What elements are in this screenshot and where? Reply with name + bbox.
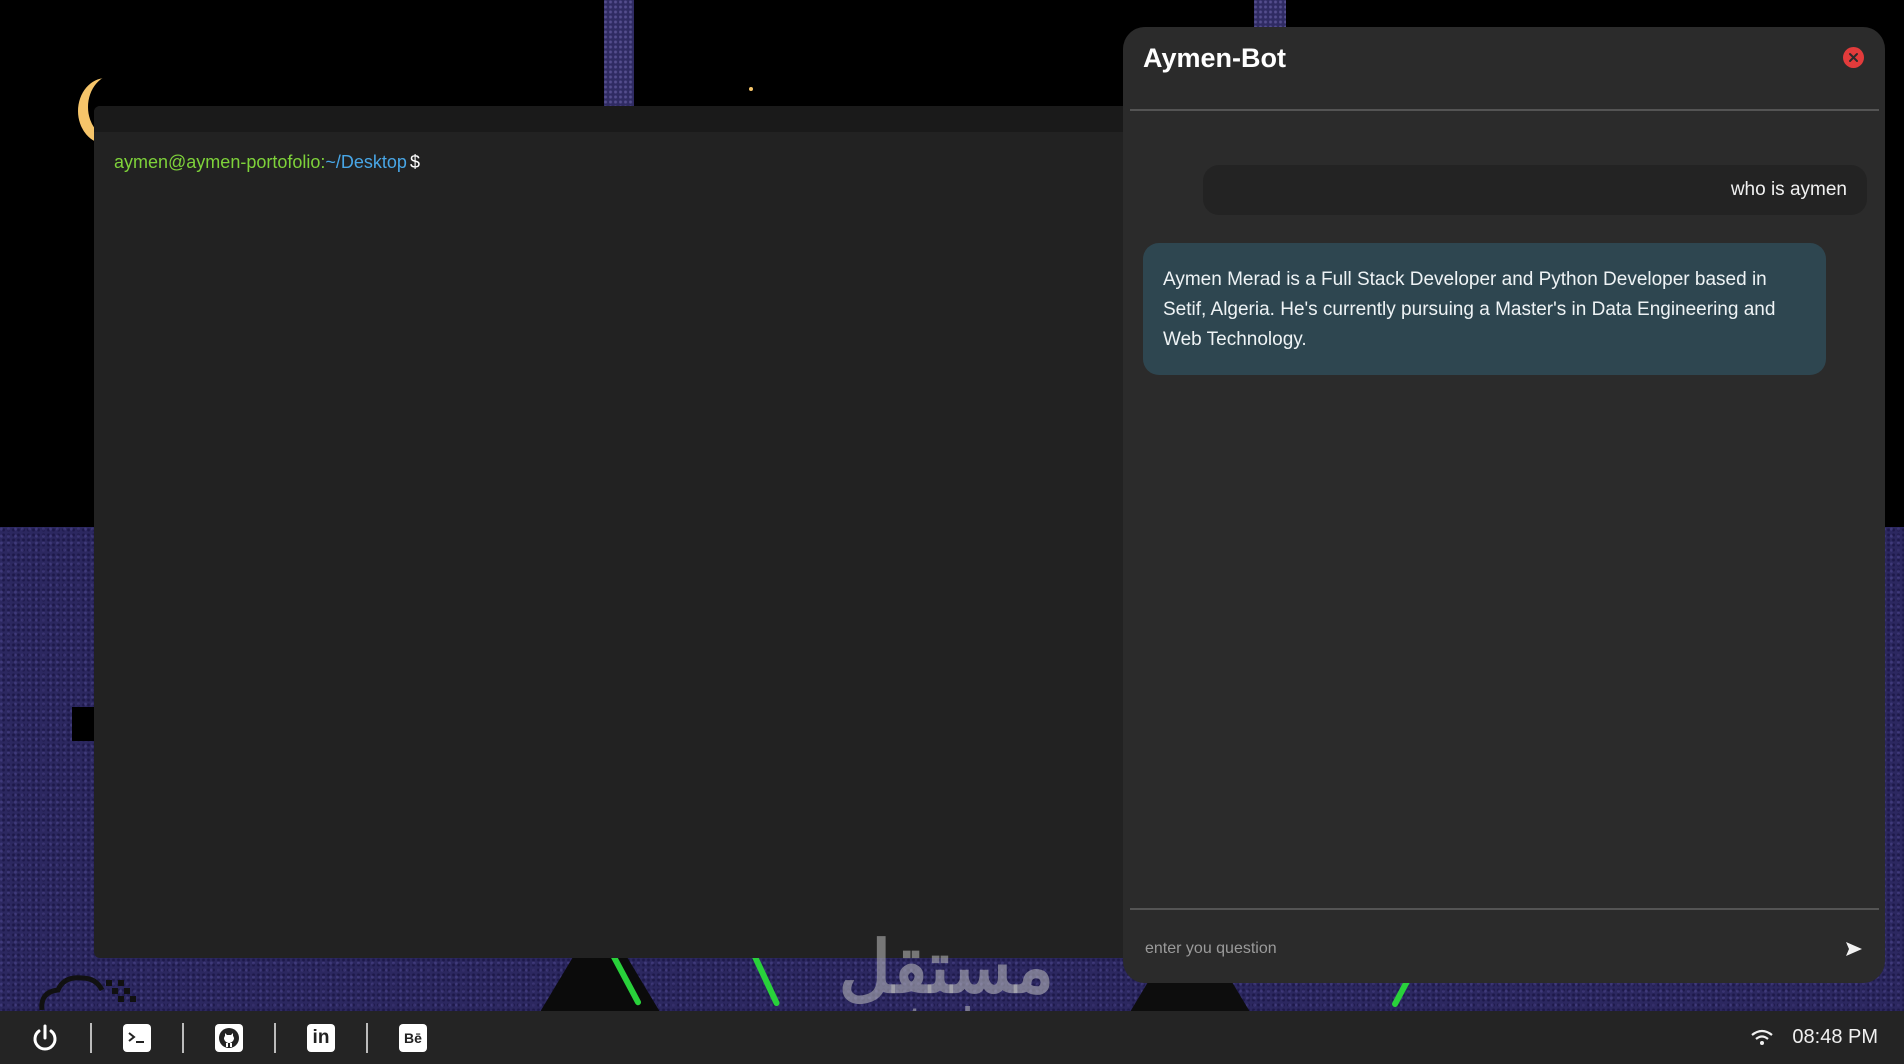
behance-label: Bē	[404, 1029, 422, 1046]
close-button[interactable]	[1843, 47, 1864, 68]
behance-icon: Bē	[399, 1023, 427, 1052]
wifi-icon[interactable]	[1750, 1029, 1774, 1047]
chat-divider	[1130, 109, 1879, 111]
send-icon	[1846, 942, 1862, 956]
cloud-icon	[39, 975, 136, 1010]
bot-message: Aymen Merad is a Full Stack Developer an…	[1143, 243, 1826, 375]
terminal-command-input[interactable]	[424, 153, 1025, 174]
behance-button[interactable]: Bē	[368, 1011, 458, 1064]
close-icon	[1849, 53, 1858, 62]
github-button[interactable]	[184, 1011, 274, 1064]
taskbar: in Bē 08:48 PM	[0, 1011, 1904, 1064]
prompt-user: aymen@aymen-portofolio	[114, 152, 321, 172]
chat-header: Aymen-Bot	[1123, 27, 1885, 111]
clock[interactable]: 08:48 PM	[1792, 1026, 1878, 1049]
terminal-body[interactable]: aymen@aymen-portofolio:~/Desktop $	[94, 132, 1134, 193]
terminal-icon	[123, 1023, 151, 1052]
question-input[interactable]	[1145, 940, 1843, 958]
chat-messages[interactable]: who is aymen Aymen Merad is a Full Stack…	[1123, 117, 1885, 903]
github-icon	[215, 1023, 243, 1052]
linkedin-button[interactable]: in	[276, 1011, 366, 1064]
chat-input-row	[1123, 927, 1885, 971]
watermark-arabic: مستقل	[838, 928, 1055, 1008]
prompt-dollar: $	[409, 152, 420, 172]
user-message: who is aymen	[1203, 165, 1867, 215]
terminal-titlebar[interactable]	[94, 106, 1134, 132]
chatbot-panel: Aymen-Bot who is aymen Aymen Merad is a …	[1123, 27, 1885, 983]
chat-divider	[1130, 908, 1879, 910]
linkedin-icon: in	[307, 1023, 335, 1052]
send-button[interactable]	[1843, 938, 1865, 960]
chat-title: Aymen-Bot	[1143, 43, 1287, 73]
power-button[interactable]	[0, 1011, 90, 1064]
linkedin-label: in	[312, 1026, 330, 1048]
wallpaper-shadow	[72, 707, 94, 741]
system-tray: 08:48 PM	[1750, 1026, 1904, 1049]
prompt-path: ~/Desktop	[325, 152, 407, 172]
power-icon	[33, 1024, 57, 1050]
terminal-button[interactable]	[92, 1011, 182, 1064]
star-icon	[749, 87, 753, 91]
terminal-window[interactable]: aymen@aymen-portofolio:~/Desktop $	[94, 106, 1134, 958]
